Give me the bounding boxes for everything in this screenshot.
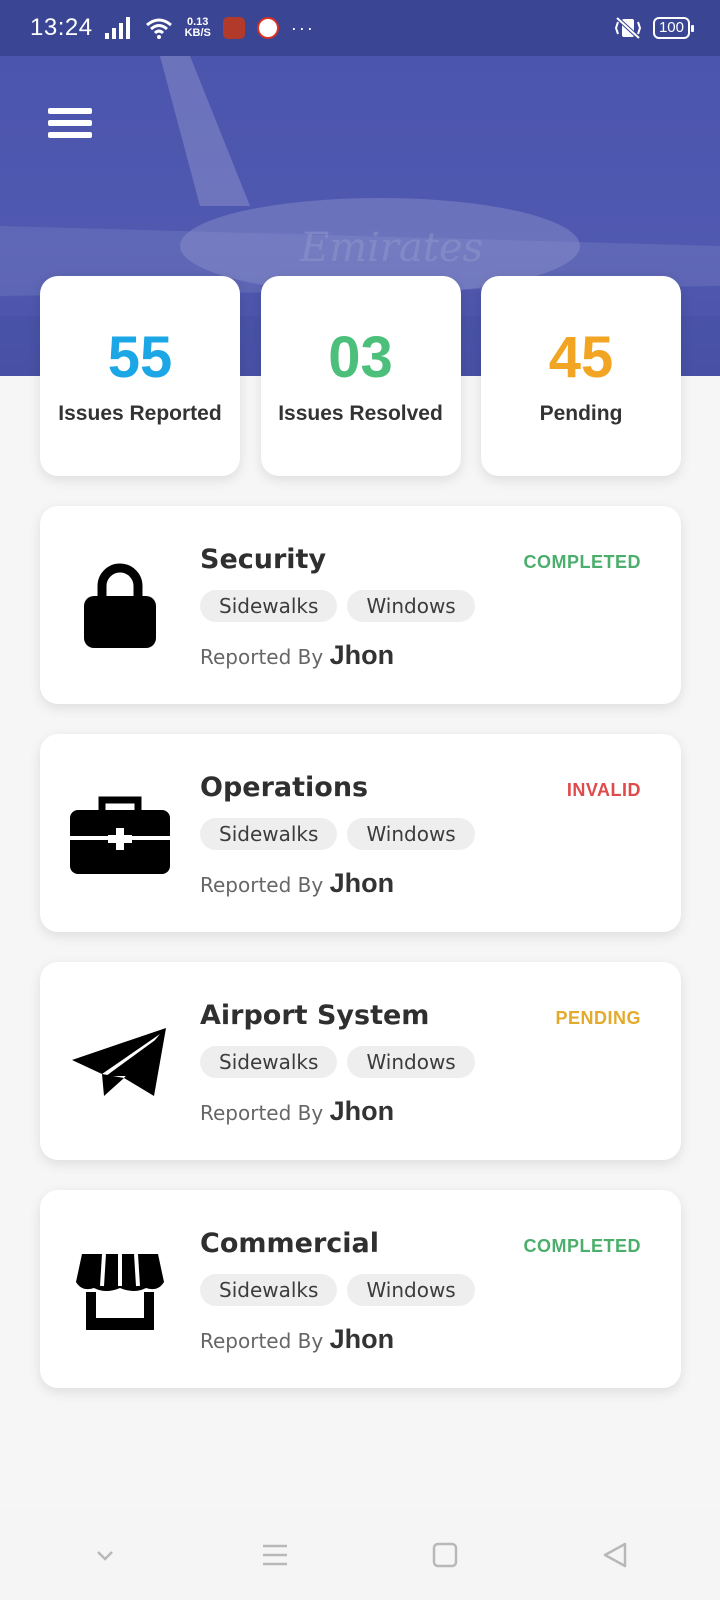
reported-by: Reported By Jhon (200, 640, 394, 671)
tag-chip[interactable]: Windows (347, 1046, 475, 1078)
toolbox-icon (70, 796, 170, 874)
tag-chip[interactable]: Windows (347, 590, 475, 622)
stat-card-reported[interactable]: 55 Issues Reported (40, 276, 240, 476)
back-triangle-icon[interactable] (595, 1535, 635, 1575)
issue-title: Operations (200, 772, 369, 803)
reported-by: Reported By Jhon (200, 868, 394, 899)
stat-label: Issues Resolved (278, 402, 443, 425)
paper-plane-icon (72, 1028, 166, 1096)
status-badge: PENDING (555, 1008, 641, 1028)
hero-brand-text: Emirates (299, 225, 483, 271)
stat-card-resolved[interactable]: 03 Issues Resolved (260, 276, 461, 476)
menu-lines-icon[interactable] (255, 1535, 295, 1575)
issue-card-commercial[interactable]: Commercial COMPLETED Sidewalks Windows R… (40, 1190, 681, 1388)
tag-list: Sidewalks Windows (200, 1046, 475, 1078)
reported-by-label: Reported By (200, 1329, 324, 1353)
reported-by-label: Reported By (200, 645, 324, 669)
status-badge: INVALID (566, 780, 641, 800)
issue-title: Commercial (200, 1228, 379, 1259)
issue-card-airport-system[interactable]: Airport System PENDING Sidewalks Windows… (40, 962, 681, 1160)
signal-icon (104, 17, 130, 39)
tag-list: Sidewalks Windows (200, 1274, 475, 1306)
tag-list: Sidewalks Windows (200, 590, 475, 622)
reporter-name: Jhon (329, 640, 395, 670)
net-speed-unit: KB/S (184, 27, 211, 39)
tag-chip[interactable]: Sidewalks (200, 590, 338, 622)
stats-row: 55 Issues Reported 03 Issues Resolved 45… (40, 276, 681, 476)
lock-icon (84, 563, 156, 648)
chevron-down-icon[interactable] (85, 1535, 125, 1575)
network-speed: 0.13 KB/S (185, 17, 211, 39)
battery-icon: 100 (652, 17, 695, 39)
home-square-icon[interactable] (425, 1535, 465, 1575)
tag-list: Sidewalks Windows (200, 818, 475, 850)
issue-title: Airport System (200, 1000, 430, 1031)
status-badge: COMPLETED (523, 1236, 641, 1256)
stat-card-pending[interactable]: 45 Pending (481, 276, 681, 476)
reporter-name: Jhon (329, 868, 395, 898)
reporter-name: Jhon (329, 1096, 395, 1126)
tag-chip[interactable]: Sidewalks (200, 1046, 338, 1078)
stat-value: 55 (107, 325, 173, 390)
reported-by: Reported By Jhon (200, 1324, 394, 1355)
status-bar: 13:24 0.13 KB/S ··· 100 (0, 0, 720, 56)
stat-label: Issues Reported (58, 402, 222, 425)
app-icon (222, 17, 245, 39)
status-time: 13:24 (30, 14, 93, 41)
reported-by: Reported By Jhon (200, 1096, 394, 1127)
wifi-icon (145, 18, 172, 39)
status-badge: COMPLETED (523, 552, 641, 572)
stat-value: 03 (328, 325, 393, 390)
issue-title: Security (200, 544, 327, 575)
tag-chip[interactable]: Windows (347, 818, 475, 850)
system-navigation-bar (0, 1510, 720, 1600)
hamburger-menu-icon[interactable] (48, 108, 92, 144)
issues-list: Security COMPLETED Sidewalks Windows Rep… (40, 506, 681, 1418)
gmail-icon (256, 17, 279, 39)
reported-by-label: Reported By (200, 873, 324, 897)
stat-value: 45 (548, 325, 614, 390)
issue-card-operations[interactable]: Operations INVALID Sidewalks Windows Rep… (40, 734, 681, 932)
tag-chip[interactable]: Sidewalks (200, 1274, 338, 1306)
tag-chip[interactable]: Sidewalks (200, 818, 338, 850)
vibrate-icon (614, 16, 642, 40)
stat-label: Pending (539, 402, 623, 425)
more-icon: ··· (290, 17, 315, 38)
reporter-name: Jhon (329, 1324, 395, 1354)
tag-chip[interactable]: Windows (347, 1274, 475, 1306)
reported-by-label: Reported By (200, 1101, 324, 1125)
issue-card-security[interactable]: Security COMPLETED Sidewalks Windows Rep… (40, 506, 681, 704)
store-icon (76, 1253, 164, 1330)
